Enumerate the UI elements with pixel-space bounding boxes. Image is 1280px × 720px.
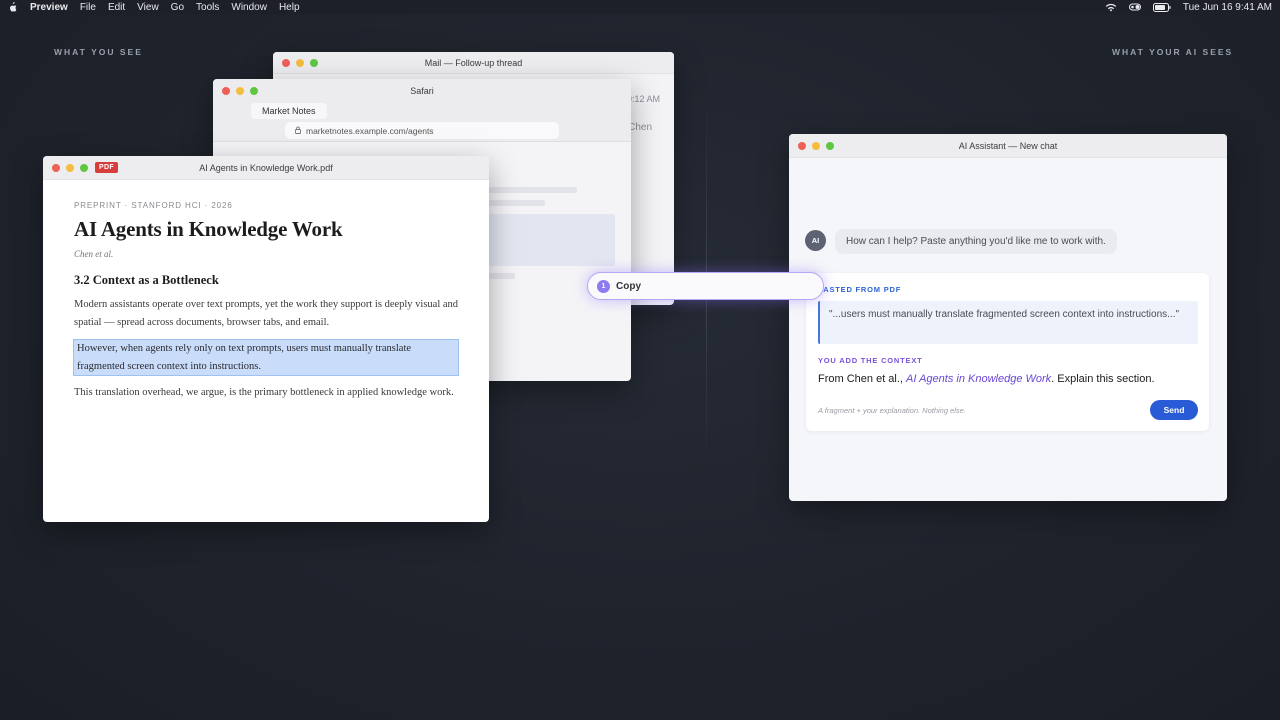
ai-window-title: AI Assistant — New chat xyxy=(958,140,1058,151)
menu-view[interactable]: View xyxy=(137,2,159,13)
minimize-button[interactable] xyxy=(66,163,74,172)
menu-tools[interactable]: Tools xyxy=(196,2,219,13)
safari-toolbar: Safari Market Notes marketnotes.example.… xyxy=(213,79,631,142)
apple-icon[interactable] xyxy=(8,1,18,13)
mail-titlebar[interactable]: Mail — Follow-up thread xyxy=(273,52,674,74)
mail-sender: Chen xyxy=(628,122,652,133)
message-composer[interactable]: PASTED FROM PDF "...users must manually … xyxy=(806,273,1209,431)
composer-hint: A fragment + your explanation. Nothing e… xyxy=(818,406,966,415)
caption-left: WHAT YOU SEE xyxy=(54,47,143,57)
menu-file[interactable]: File xyxy=(80,2,96,13)
copy-label: Copy xyxy=(616,280,641,292)
context-text-post: . Explain this section. xyxy=(1051,373,1155,385)
ai-titlebar[interactable]: AI Assistant — New chat xyxy=(789,134,1227,158)
pasted-quote: "...users must manually translate fragme… xyxy=(818,301,1198,344)
minimize-button[interactable] xyxy=(812,141,820,150)
tab-market-notes[interactable]: Market Notes xyxy=(251,103,327,119)
ai-assistant-window[interactable]: AI Assistant — New chat AI How can I hel… xyxy=(789,134,1227,501)
pdf-authors: Chen et al. xyxy=(74,249,114,259)
pdf-section-heading: 3.2 Context as a Bottleneck xyxy=(74,273,219,287)
pdf-paragraph[interactable]: This translation overhead, we argue, is … xyxy=(74,384,459,402)
control-center-icon[interactable] xyxy=(1128,3,1141,11)
pdf-paragraph[interactable]: Modern assistants operate over text prom… xyxy=(74,296,459,331)
copy-action-pill[interactable]: 1 Copy xyxy=(587,272,824,300)
context-label: YOU ADD THE CONTEXT xyxy=(818,356,923,365)
pasted-label: PASTED FROM PDF xyxy=(818,285,902,294)
address-bar[interactable]: marketnotes.example.com/agents xyxy=(285,122,559,139)
pdf-heading: AI Agents in Knowledge Work xyxy=(74,217,343,241)
pdf-badge: PDF xyxy=(95,162,118,173)
context-text-pre: From Chen et al., xyxy=(818,373,907,385)
close-button[interactable] xyxy=(282,58,290,67)
minimize-button[interactable] xyxy=(296,58,304,67)
zoom-button[interactable] xyxy=(250,87,258,95)
context-doc-title: AI Agents in Knowledge Work xyxy=(906,373,1052,385)
caption-right: WHAT YOUR AI SEES xyxy=(1112,47,1234,57)
step-badge: 1 xyxy=(597,279,610,293)
menu-clock[interactable]: Tue Jun 16 9:41 AM xyxy=(1183,2,1272,13)
minimize-button[interactable] xyxy=(236,87,244,95)
zoom-button[interactable] xyxy=(826,141,834,150)
pdf-page: PREPRINT · STANFORD HCI · 2026 AI Agents… xyxy=(73,201,459,402)
pdf-window[interactable]: PDF AI Agents in Knowledge Work.pdf PREP… xyxy=(43,156,489,522)
context-input[interactable]: From Chen et al., AI Agents in Knowledge… xyxy=(818,373,1155,385)
zoom-button[interactable] xyxy=(80,163,88,172)
lock-icon xyxy=(295,126,301,136)
wifi-icon[interactable] xyxy=(1105,3,1117,12)
safari-window-title: Safari xyxy=(410,86,434,96)
menu-app-name[interactable]: Preview xyxy=(30,2,68,13)
pdf-titlebar[interactable]: PDF AI Agents in Knowledge Work.pdf xyxy=(43,156,489,180)
send-button[interactable]: Send xyxy=(1150,400,1198,420)
close-button[interactable] xyxy=(222,87,230,95)
close-button[interactable] xyxy=(798,141,806,150)
mail-time: 9:12 AM xyxy=(626,94,660,104)
menu-edit[interactable]: Edit xyxy=(108,2,125,13)
mail-window-title: Mail — Follow-up thread xyxy=(424,57,523,68)
menu-help[interactable]: Help xyxy=(279,2,300,13)
pdf-kicker: PREPRINT · STANFORD HCI · 2026 xyxy=(74,201,233,210)
menu-go[interactable]: Go xyxy=(171,2,184,13)
battery-icon[interactable] xyxy=(1152,2,1171,12)
url-text: marketnotes.example.com/agents xyxy=(306,125,434,136)
menu-window[interactable]: Window xyxy=(231,2,267,13)
avatar: AI xyxy=(805,230,826,251)
selected-text[interactable]: However, when agents rely only on text p… xyxy=(73,339,459,376)
assistant-message: How can I help? Paste anything you'd lik… xyxy=(835,229,1117,254)
menu-bar: Preview File Edit View Go Tools Window H… xyxy=(0,0,1280,14)
zoom-button[interactable] xyxy=(310,58,318,67)
close-button[interactable] xyxy=(52,163,60,172)
